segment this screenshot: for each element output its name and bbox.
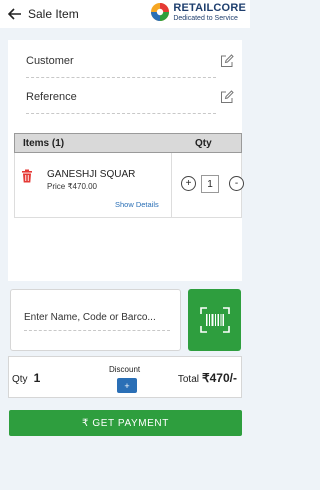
item-name: GANESHJI SQUAR bbox=[47, 169, 136, 180]
total-value: ₹470/- bbox=[202, 371, 237, 385]
get-payment-button[interactable]: ₹ GET PAYMENT bbox=[9, 410, 242, 436]
app-header: Sale Item RETAILCORE Dedicated to Servic… bbox=[0, 0, 250, 28]
discount-label: Discount bbox=[109, 365, 141, 374]
qty-increase-button[interactable]: + bbox=[181, 176, 196, 191]
search-underline bbox=[24, 330, 170, 331]
brand-name: RETAILCORE bbox=[173, 1, 246, 14]
back-arrow-icon bbox=[8, 8, 21, 20]
logo-icon bbox=[151, 3, 170, 21]
summary-total: Total ₹470/- bbox=[178, 371, 237, 385]
items-table-header: Items (1) Qty bbox=[14, 133, 242, 153]
delete-icon[interactable] bbox=[21, 169, 33, 183]
customer-divider bbox=[26, 77, 216, 78]
edit-reference-icon[interactable] bbox=[220, 90, 234, 104]
total-label: Total bbox=[177, 374, 199, 385]
reference-label: Reference bbox=[26, 91, 77, 103]
reference-row[interactable]: Reference bbox=[26, 90, 234, 104]
customer-row[interactable]: Customer bbox=[26, 54, 234, 68]
back-button[interactable] bbox=[4, 2, 26, 26]
search-card bbox=[10, 289, 181, 351]
search-input[interactable] bbox=[24, 312, 170, 323]
qty-field[interactable]: 1 bbox=[201, 175, 219, 193]
summary-qty-label: Qty bbox=[12, 374, 28, 385]
brand-tagline: Dedicated to Service bbox=[173, 14, 238, 22]
summary-qty-value: 1 bbox=[33, 371, 41, 385]
barcode-scan-button[interactable] bbox=[188, 289, 241, 351]
order-summary: Qty 1 Discount + Total ₹470/- bbox=[8, 356, 242, 398]
page-title: Sale Item bbox=[28, 7, 79, 21]
reference-divider bbox=[26, 113, 216, 114]
items-header: Items (1) bbox=[23, 137, 65, 149]
edit-customer-icon[interactable] bbox=[220, 54, 234, 68]
table-row: GANESHJI SQUAR Price ₹470.00 Show Detail… bbox=[14, 153, 244, 218]
barcode-scan-icon bbox=[199, 307, 230, 333]
sale-card: Customer Reference Items (1) Qty GANESHJ… bbox=[8, 40, 244, 281]
brand-logo: RETAILCORE Dedicated to Service bbox=[150, 2, 246, 22]
show-details-link[interactable]: Show Details bbox=[115, 200, 159, 209]
item-price: Price ₹470.00 bbox=[47, 182, 98, 191]
qty-header: Qty bbox=[195, 137, 212, 149]
summary-qty: Qty 1 bbox=[12, 371, 40, 385]
qty-decrease-button[interactable]: - bbox=[229, 176, 244, 191]
add-discount-button[interactable]: + bbox=[117, 378, 137, 393]
customer-label: Customer bbox=[26, 55, 74, 67]
row-divider bbox=[171, 153, 172, 217]
